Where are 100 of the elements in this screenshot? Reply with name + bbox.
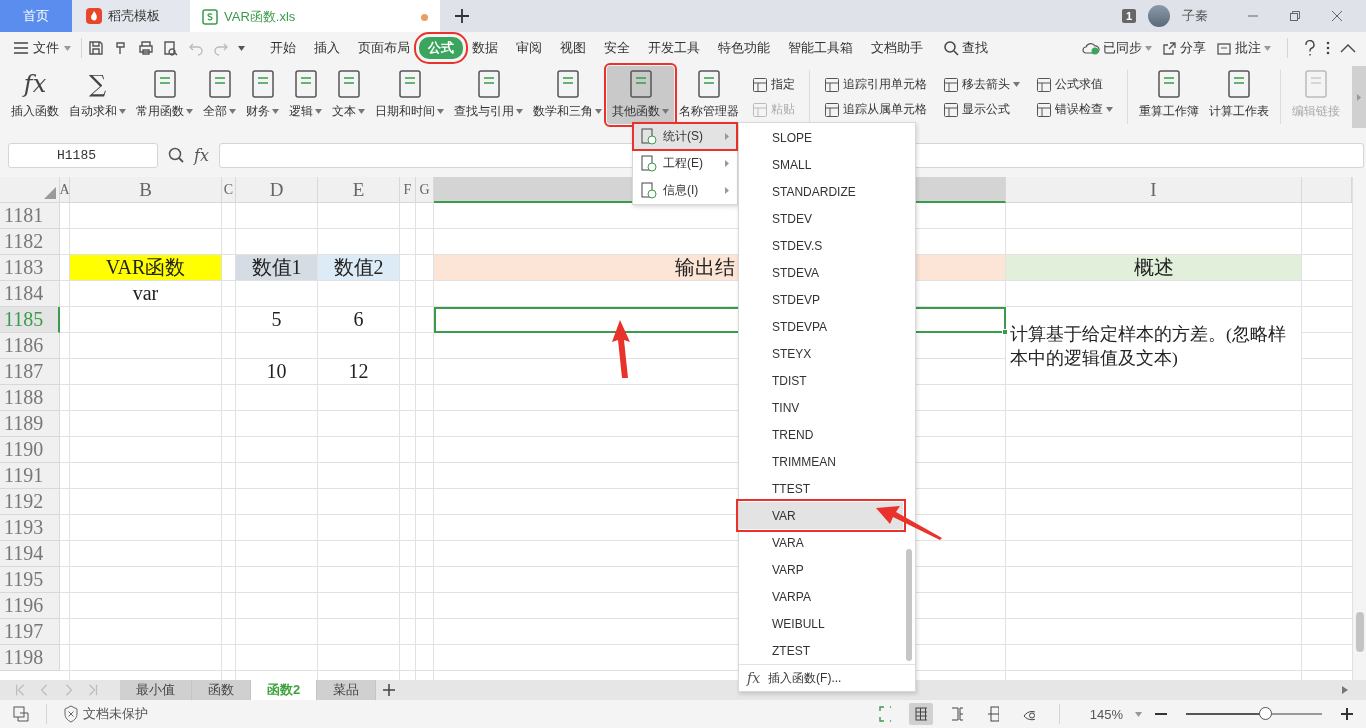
zoom-in-icon[interactable] [1340,707,1354,721]
row-header[interactable]: 1182 [0,229,60,255]
ribbon-button[interactable]: 追踪从属单元格 [822,100,929,119]
avatar[interactable] [1148,5,1170,27]
save-icon[interactable] [88,40,104,56]
ribbon-tab[interactable]: 开发工具 [639,37,709,59]
menu-item[interactable]: 工程(E) [633,150,737,177]
menu-item[interactable]: TINV [739,394,903,421]
print-icon[interactable] [138,40,154,56]
menu-item[interactable]: 信息(I) [633,177,737,204]
ribbon-button[interactable]: 公式求值 [1034,75,1115,94]
row-header[interactable]: 1186 [0,333,60,359]
column-header[interactable]: D [236,177,318,203]
menu-item[interactable]: VARP [739,556,903,583]
protection-status[interactable]: 文档未保护 [63,705,148,723]
function-label[interactable]: fx [194,143,209,168]
ribbon-button[interactable]: 常用函数 [131,66,198,124]
scroll-right-icon[interactable] [1342,686,1348,694]
ribbon-tab[interactable]: 安全 [595,37,639,59]
collapse-icon[interactable] [1340,43,1356,53]
toolbar-button[interactable]: 批注 [1216,39,1271,57]
ribbon-tab[interactable]: 页面布局 [349,37,419,59]
ribbon-button[interactable]: fx 插入函数 [6,66,64,124]
name-box[interactable]: H1185 [8,143,158,168]
column-header[interactable]: C [222,177,236,203]
ribbon-button[interactable]: 全部 [198,66,241,124]
row-header[interactable]: 1181 [0,203,60,229]
row-header[interactable]: 1190 [0,437,60,463]
row-header[interactable]: 1192 [0,489,60,515]
column-header[interactable]: I [1006,177,1302,203]
window-count-badge[interactable]: 1 [1121,9,1136,23]
row-header[interactable]: 1184 [0,281,60,307]
menu-item[interactable]: STDEV [739,205,903,232]
menu-item[interactable]: STDEVP [739,286,903,313]
ribbon-tab[interactable]: 智能工具箱 [779,37,862,59]
sheet-tab[interactable]: 函数 [192,680,251,700]
insert-function-item[interactable]: fx 插入函数(F)... [739,664,915,691]
row-header[interactable]: 1195 [0,567,60,593]
column-header[interactable]: F [400,177,416,203]
sheet-tab[interactable]: 最小值 [120,680,192,700]
menu-item[interactable]: TTEST [739,475,903,502]
ribbon-button[interactable]: 文本 [327,66,370,124]
select-all-button[interactable] [0,177,60,203]
ribbon-button[interactable]: 显示公式 [941,100,1022,119]
toolbar-button[interactable]: 分享 [1162,39,1206,57]
file-menu[interactable]: 文件 [10,39,75,57]
normal-view-button[interactable] [908,703,933,725]
menu-item[interactable]: 统计(S) [633,123,737,150]
menu-item[interactable]: TREND [739,421,903,448]
search-button[interactable]: 查找 [938,38,994,58]
print-preview-icon[interactable] [163,40,179,56]
column-header[interactable]: G [416,177,434,203]
ribbon-button[interactable]: 追踪引用单元格 [822,75,929,94]
ribbon-tab[interactable]: 审阅 [507,37,551,59]
user-name[interactable]: 子秦 [1182,7,1208,25]
help-icon[interactable] [1304,40,1316,56]
sheet-tab[interactable]: 菜品 [317,680,377,700]
menu-item[interactable]: STEYX [739,340,903,367]
ribbon-tab[interactable]: 开始 [261,37,305,59]
menu-item[interactable]: STDEVPA [739,313,903,340]
menu-item[interactable]: TDIST [739,367,903,394]
ribbon-button[interactable]: 逻辑 [284,66,327,124]
ribbon-button[interactable]: 指定 [750,75,797,94]
menu-item[interactable]: VARA [739,529,903,556]
row-header[interactable]: 1189 [0,411,60,437]
scrollbar-thumb[interactable] [906,549,912,661]
ribbon-tab[interactable]: 视图 [551,37,595,59]
menu-item[interactable]: WEIBULL [739,610,903,637]
column-header[interactable]: B [70,177,222,203]
ribbon-tab[interactable]: 数据 [463,37,507,59]
ribbon-button[interactable]: 其他函数 [607,66,674,124]
row-header[interactable]: 1197 [0,619,60,645]
ribbon-tab[interactable]: 文档助手 [862,37,932,59]
ribbon-button[interactable]: 错误检查 [1034,100,1115,119]
device-icon[interactable] [12,705,30,723]
menu-item[interactable]: SLOPE [739,124,903,151]
zoom-level[interactable]: 145% [1089,706,1123,722]
menu-item[interactable]: STANDARDIZE [739,178,903,205]
ribbon-tab[interactable]: 特色功能 [709,37,779,59]
ribbon-tab[interactable]: 插入 [305,37,349,59]
row-header[interactable]: 1194 [0,541,60,567]
menu-item[interactable]: SMALL [739,151,903,178]
row-header[interactable]: 1191 [0,463,60,489]
ribbon-button[interactable]: 日期和时间 [370,66,449,124]
ribbon-button[interactable]: 查找与引用 [449,66,528,124]
row-header[interactable]: 1196 [0,593,60,619]
ribbon-button[interactable]: 计算工作表 [1204,66,1274,124]
ribbon-button[interactable]: 名称管理器 [674,66,744,124]
ribbon-button[interactable]: 移去箭头 [941,75,1022,94]
toolbar-button[interactable]: 已同步 [1082,39,1152,57]
row-header[interactable]: 1188 [0,385,60,411]
document-tab[interactable]: VAR函数.xls [190,0,440,32]
row-header[interactable]: 1198 [0,645,60,671]
menu-item[interactable]: ZTEST [739,637,903,664]
ribbon-button[interactable]: 财务 [241,66,284,124]
ribbon-button[interactable]: ∑ 自动求和 [64,66,131,124]
ribbon-button[interactable]: 重算工作簿 [1134,66,1204,124]
scrollbar-thumb[interactable] [1356,612,1364,652]
more-icon[interactable] [1326,40,1330,56]
column-header[interactable]: E [318,177,400,203]
